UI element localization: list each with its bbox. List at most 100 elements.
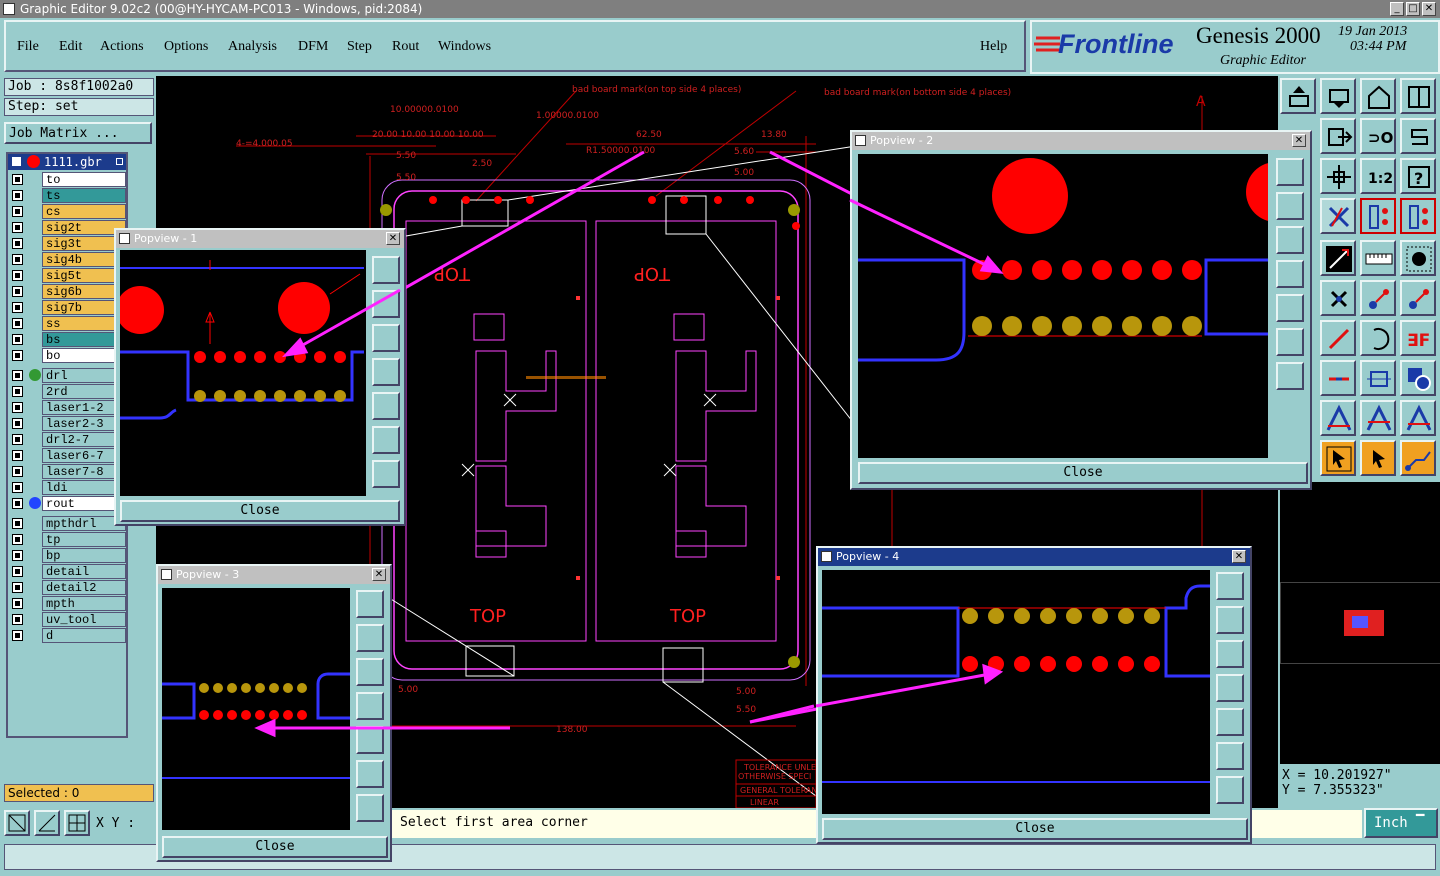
menu-options[interactable]: Options [164,39,208,55]
layer-row-cs[interactable]: cs [8,204,126,219]
layer-checkbox[interactable] [12,598,23,609]
menu-help[interactable]: Help [980,39,1007,55]
layer-checkbox[interactable] [12,498,23,509]
layer-checkbox[interactable] [12,254,23,265]
home-button[interactable] [1360,78,1396,114]
popview-title-bar[interactable]: Popview - 4 ✕ [818,548,1250,566]
layer-checkbox[interactable] [12,434,23,445]
dimension-button[interactable] [1360,360,1396,396]
layer-row-sig4b[interactable]: sig4b [8,252,126,267]
layer-row-sig3t[interactable]: sig3t [8,236,126,251]
layer-row-bo[interactable]: bo [8,348,126,363]
snap-button[interactable] [1400,118,1436,154]
layer-checkbox[interactable] [12,334,23,345]
layer-row-sig7b[interactable]: sig7b [8,300,126,315]
layer-row-2rd[interactable]: 2rd [8,384,126,399]
pop-zoom-button[interactable] [356,590,384,618]
minimize-button[interactable]: _ [1390,2,1404,16]
layer-checkbox[interactable] [12,222,23,233]
pop-zoom-button[interactable] [1276,158,1304,186]
popview-close-icon[interactable]: ✕ [1232,550,1246,563]
export-button[interactable] [1320,118,1356,154]
layer-checkbox[interactable] [12,418,23,429]
pop-up-button[interactable] [1216,606,1244,634]
layer-row-sig6b[interactable]: sig6b [8,284,126,299]
layer-row-tp[interactable]: tp [8,532,126,547]
measure-tool-button[interactable] [34,810,60,836]
popview-canvas[interactable] [858,154,1268,458]
pad-button[interactable] [1400,240,1436,276]
pop-down-button[interactable] [372,324,400,352]
work-layer-row[interactable]: 1111.gbr [8,154,126,170]
menu-analysis[interactable]: Analysis [228,39,277,55]
layer-menu-icon[interactable] [116,158,123,165]
minus-button[interactable] [1320,360,1356,396]
layer-checkbox[interactable] [12,286,23,297]
line-button[interactable] [1320,320,1356,356]
cut-button[interactable] [1320,198,1356,234]
pop-zoom-button[interactable] [1216,572,1244,600]
layer-row-drl[interactable]: drl [8,368,126,383]
pop-down-button[interactable] [1216,640,1244,668]
popview-1[interactable]: Popview - 1 ✕ Close [114,228,406,526]
ruler-button[interactable] [1360,240,1396,276]
pop-fit-button[interactable] [372,426,400,454]
layer-row-laser7-8[interactable]: laser7-8 [8,464,126,479]
layer-checkbox[interactable] [12,238,23,249]
open-step-button[interactable] [1280,78,1316,114]
layer-checkbox[interactable] [12,302,23,313]
pop-fit-button[interactable] [1216,742,1244,770]
layer-checkbox[interactable] [12,174,23,185]
layer-row-mpth[interactable]: mpth [8,596,126,611]
layer-list-button[interactable] [1400,198,1436,234]
popview-close-icon[interactable]: ✕ [1292,134,1306,147]
layer-row-d[interactable]: d [8,628,126,643]
popview-canvas[interactable] [162,588,350,830]
layer-row-rout[interactable]: rout [8,496,126,511]
layer-row-detail[interactable]: detail [8,564,126,579]
layer-row-bp[interactable]: bp [8,548,126,563]
pop-left-button[interactable] [372,358,400,386]
menu-edit[interactable]: Edit [59,39,82,55]
pop-center-button[interactable] [372,460,400,488]
layer-row-ts[interactable]: ts [8,188,126,203]
layer-checkbox[interactable] [12,466,23,477]
arc-button[interactable] [1360,320,1396,356]
job-matrix-button[interactable]: Job Matrix ... [4,122,152,144]
layer-checkbox[interactable] [12,386,23,397]
move-button[interactable] [1360,280,1396,316]
popview-2[interactable]: Popview - 2 ✕ Close [850,130,1312,490]
layer-row-ldi[interactable]: ldi [8,480,126,495]
pop-left-button[interactable] [356,692,384,720]
popview-close-button[interactable]: Close [162,836,388,858]
flip-button[interactable]: ∃F [1400,320,1436,356]
layer-row-to[interactable]: to [8,172,126,187]
zoom-box-button[interactable] [4,810,30,836]
arrow-button-2[interactable] [1360,400,1396,436]
popview-title-bar[interactable]: Popview - 2 ✕ [852,132,1310,150]
layer-checkbox[interactable] [12,206,23,217]
layer-row-uv_tool[interactable]: uv_tool [8,612,126,627]
popview-close-icon[interactable]: ✕ [372,568,386,581]
pop-down-button[interactable] [1276,226,1304,254]
pop-up-button[interactable] [356,624,384,652]
layer-checkbox[interactable] [12,157,21,166]
select-button[interactable] [1320,440,1356,476]
layer-checkbox[interactable] [12,190,23,201]
popview-title-bar[interactable]: Popview - 3 ✕ [158,566,390,584]
pop-center-button[interactable] [1276,362,1304,390]
pop-zoom-button[interactable] [372,256,400,284]
pop-up-button[interactable] [372,290,400,318]
layer-checkbox[interactable] [12,350,23,361]
popview-canvas[interactable] [822,570,1210,814]
pop-right-button[interactable] [372,392,400,420]
popview-close-button[interactable]: Close [822,818,1248,840]
pop-fit-button[interactable] [1276,328,1304,356]
menu-dfm[interactable]: DFM [298,39,328,55]
shapes-button[interactable] [1400,360,1436,396]
pop-left-button[interactable] [1216,674,1244,702]
maximize-button[interactable]: □ [1406,2,1420,16]
layer-checkbox[interactable] [12,270,23,281]
help-button[interactable]: ? [1400,158,1436,194]
save-button[interactable] [1320,78,1356,114]
